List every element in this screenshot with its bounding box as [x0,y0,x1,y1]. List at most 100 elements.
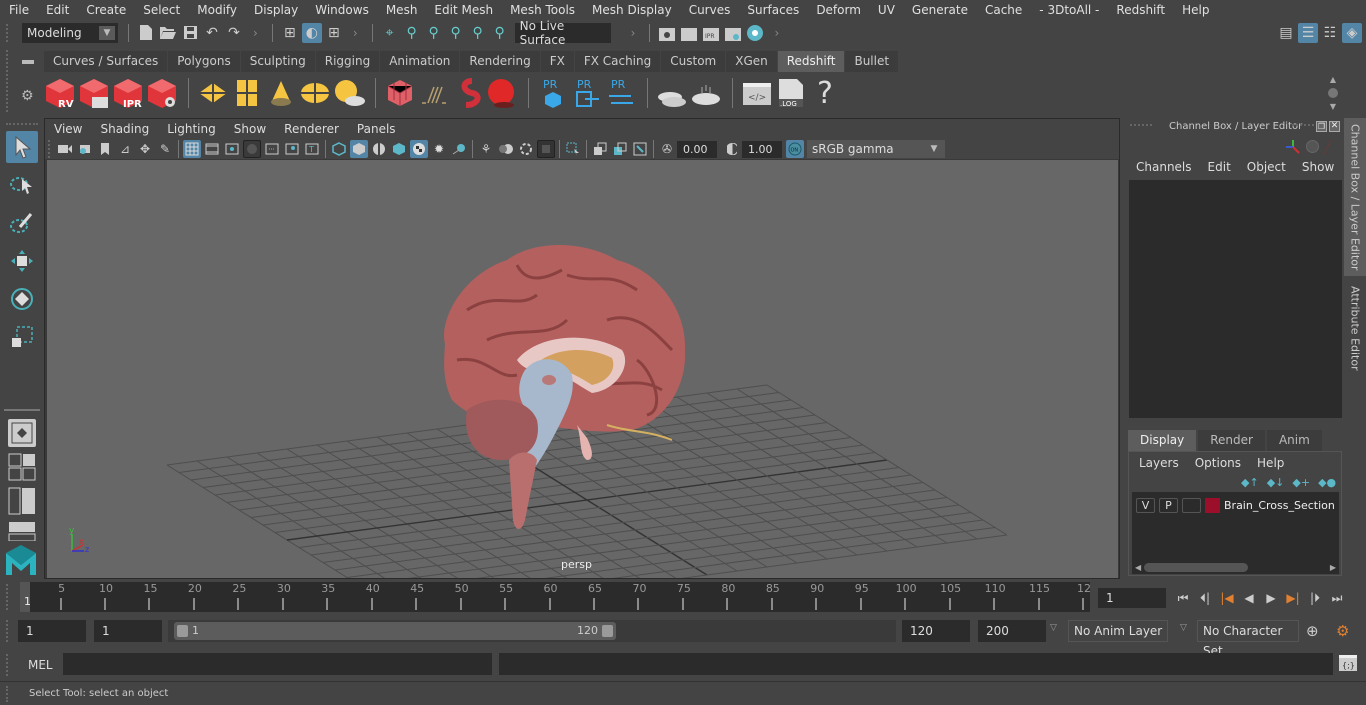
chevron-down-icon[interactable]: ▽ [1050,623,1057,633]
step-back-key-icon[interactable]: ⏴| [1194,588,1216,608]
color-management-toggle[interactable]: ON [786,140,804,158]
layer-row[interactable]: V P Brain_Cross_Section [1132,495,1339,515]
persp-graph-layout-button[interactable] [8,521,36,541]
redshift-area-light-button[interactable] [197,76,229,110]
xray-joints-icon[interactable] [631,140,649,158]
shelf-tab-redshift[interactable]: Redshift [777,51,846,72]
redshift-bake-button[interactable] [656,76,688,110]
grip-handle[interactable] [6,654,10,676]
grid-toggle-icon[interactable] [183,140,201,158]
exposure-field[interactable]: 0.00 [677,140,717,158]
redshift-ies-light-button[interactable] [265,76,297,110]
menu-file[interactable]: File [0,3,37,17]
go-to-end-icon[interactable]: ⏭ [1326,588,1348,608]
depth-of-field-icon[interactable] [537,140,555,158]
tool-settings-icon[interactable]: ☷ [1320,23,1340,43]
snap-curve-icon[interactable]: ⚲ [402,23,422,43]
viewport-menu-shading[interactable]: Shading [91,122,158,136]
shelf-tabs-menu-icon[interactable] [22,60,34,64]
shelf-tab-curves-surfaces[interactable]: Curves / Surfaces [44,51,169,72]
render-frame-icon[interactable] [679,23,699,43]
tab-channel-box-layer-editor[interactable]: Channel Box / Layer Editor [1344,118,1366,276]
layer-menu-options[interactable]: Options [1187,456,1249,470]
shelf-tab-bullet[interactable]: Bullet [845,51,900,72]
menu-surfaces[interactable]: Surfaces [738,3,807,17]
four-view-layout-button[interactable] [8,453,36,481]
viewport-menu-view[interactable]: View [45,122,91,136]
snap-grid-icon[interactable]: ⌖ [380,23,400,43]
menu-redshift[interactable]: Redshift [1107,3,1173,17]
range-slider-bar[interactable]: 1 120 [174,622,616,640]
channel-sync-icon[interactable] [1306,140,1319,153]
play-forwards-icon[interactable]: ▶ [1260,588,1282,608]
scroll-left-icon[interactable]: ◀ [1135,563,1141,572]
current-frame-field[interactable]: 1 [1098,588,1166,608]
lasso-tool-button[interactable] [6,169,38,201]
range-slider-track[interactable]: 1 120 [168,620,896,642]
image-plane-icon[interactable]: ⊿ [116,140,134,158]
channel-list[interactable] [1129,180,1342,418]
field-chart-icon[interactable] [263,140,281,158]
snap-surface-icon[interactable]: ⚲ [468,23,488,43]
redshift-pr-swap-button[interactable]: PR [605,76,637,110]
save-scene-icon[interactable] [180,23,200,43]
viewport-menu-renderer[interactable]: Renderer [275,122,348,136]
redshift-volume-button[interactable] [452,76,484,110]
step-forward-key-icon[interactable]: |⏵ [1304,588,1326,608]
layer-menu-help[interactable]: Help [1249,456,1292,470]
time-slider[interactable]: 1 5 10 15 20 25 30 35 40 45 50 55 60 65 70 75 80 85 90 95 1… [20,582,1091,612]
xray-icon[interactable] [591,140,609,158]
layer-visibility-toggle[interactable]: V [1136,497,1155,513]
channel-key-icon[interactable]: ╱ [1324,140,1331,154]
paint-select-tool-button[interactable] [6,207,38,239]
wireframe-on-shaded-icon[interactable] [390,140,408,158]
isolate-select-icon[interactable] [564,140,582,158]
new-empty-layer-icon[interactable]: ◆+ [1292,476,1310,489]
shelf-tab-polygons[interactable]: Polygons [168,51,241,72]
redshift-help-button[interactable]: ? [809,76,841,111]
layer-tab-display[interactable]: Display [1128,430,1197,451]
redshift-render-settings-button[interactable] [146,76,178,110]
shelf-tab-rigging[interactable]: Rigging [315,51,381,72]
auto-key-icon[interactable]: ⊕ [1306,622,1319,640]
redshift-log-button[interactable]: .LOG [775,76,807,110]
use-all-lights-icon[interactable]: ✹ [430,140,448,158]
redshift-pr-export-button[interactable]: PR [571,76,603,110]
shelf-scrollbar[interactable]: ▲ ▼ [1326,75,1340,111]
chevron-down-icon[interactable]: ▽ [1180,623,1187,633]
playback-end-field[interactable]: 120 [902,620,970,642]
channel-menu-channels[interactable]: Channels [1128,160,1200,174]
modeling-toolkit-icon[interactable]: ▤ [1276,23,1296,43]
select-object-icon[interactable]: ◐ [301,22,322,43]
step-back-frame-icon[interactable]: |◀ [1216,588,1238,608]
layer-tab-anim[interactable]: Anim [1266,430,1322,451]
select-hierarchy-icon[interactable]: ⊞ [280,23,300,43]
grip-handle[interactable] [6,50,10,112]
render-view-icon[interactable] [657,23,677,43]
gamma-field[interactable]: 1.00 [742,140,782,158]
scroll-right-icon[interactable]: ▶ [1330,563,1336,572]
redshift-bake-options-button[interactable] [690,76,722,110]
move-layer-down-icon[interactable]: ◆↓ [1267,476,1285,489]
menu-mesh[interactable]: Mesh [377,3,426,17]
undo-icon[interactable]: ↶ [202,23,222,43]
gamma-icon[interactable] [723,140,741,158]
animation-preferences-icon[interactable]: ⚙ [1336,622,1349,640]
tab-attribute-editor[interactable]: Attribute Editor [1344,280,1366,376]
menu-display[interactable]: Display [245,3,306,17]
grip-handle[interactable] [6,620,10,642]
redshift-render-view-button[interactable]: RV [44,76,76,110]
scale-tool-button[interactable] [6,321,38,353]
scroll-thumb[interactable] [1328,88,1338,98]
script-editor-icon[interactable]: {;} [1339,654,1357,675]
grip-handle[interactable] [6,584,10,610]
command-input[interactable] [63,653,492,675]
layer-playback-toggle[interactable]: P [1159,497,1178,513]
viewport-menu-lighting[interactable]: Lighting [158,122,225,136]
menu-cache[interactable]: Cache [976,3,1030,17]
safe-title-icon[interactable]: T [303,140,321,158]
smooth-shade-icon[interactable] [350,140,368,158]
viewport-menu-show[interactable]: Show [225,122,275,136]
menu-edit[interactable]: Edit [37,3,77,17]
menu-3dtoall[interactable]: - 3DtoAll - [1030,3,1107,17]
